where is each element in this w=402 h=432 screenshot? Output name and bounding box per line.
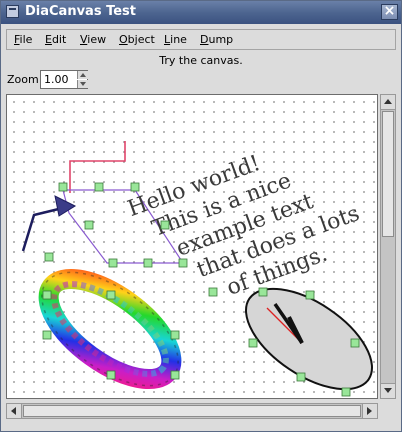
menu-view-label: iew [87,33,107,46]
menu-edit-mnemonic: E [45,33,52,46]
window-icon[interactable] [6,5,19,18]
menu-file[interactable]: File [14,33,32,46]
scroll-up-arrow-icon[interactable] [381,95,395,110]
zoom-label: Zoom: [7,73,43,86]
menu-edit-label: dit [51,33,67,46]
zoom-increment-arrow-icon[interactable] [77,71,88,79]
menu-object-mnemonic: O [119,33,128,46]
status-text: Try the canvas. [159,54,243,67]
zoom-value[interactable]: 1.00 [44,73,69,86]
zoom-decrement-arrow-icon[interactable] [77,80,88,88]
title-bar[interactable]: DiaCanvas Test × [1,1,401,24]
canvas[interactable]: Hello world! This is a nice example text… [7,95,377,398]
menu-object[interactable]: Object [119,33,155,46]
canvas-frame: Hello world! This is a nice example text… [6,94,378,399]
canvas-drawing: Hello world! This is a nice example text… [21,141,373,397]
vertical-scrollbar[interactable] [380,94,396,399]
resize-grip-icon[interactable] [380,403,396,419]
menu-dump[interactable]: Dump [200,33,233,46]
menu-edit[interactable]: Edit [45,33,66,46]
menu-dump-label: ump [208,33,234,46]
menu-line[interactable]: Line [164,33,187,46]
vertical-scroll-thumb[interactable] [382,111,394,237]
scroll-right-arrow-icon[interactable] [362,404,377,418]
menu-object-label: bject [127,33,155,46]
scroll-left-arrow-icon[interactable] [7,404,22,418]
menu-file-label: ile [19,33,33,46]
scroll-down-arrow-icon[interactable] [381,383,395,398]
menu-view[interactable]: View [80,33,106,46]
zoom-spinbutton[interactable]: 1.00 [40,70,88,89]
menu-line-label: ine [170,33,187,46]
window-title: DiaCanvas Test [25,4,137,19]
menu-bar: File Edit View Object Line Dump [6,29,396,50]
horizontal-scrollbar[interactable] [6,403,378,419]
horizontal-scroll-thumb[interactable] [23,405,361,417]
app-window: DiaCanvas Test × File Edit View Object L… [0,0,402,432]
close-icon[interactable]: × [381,4,398,20]
